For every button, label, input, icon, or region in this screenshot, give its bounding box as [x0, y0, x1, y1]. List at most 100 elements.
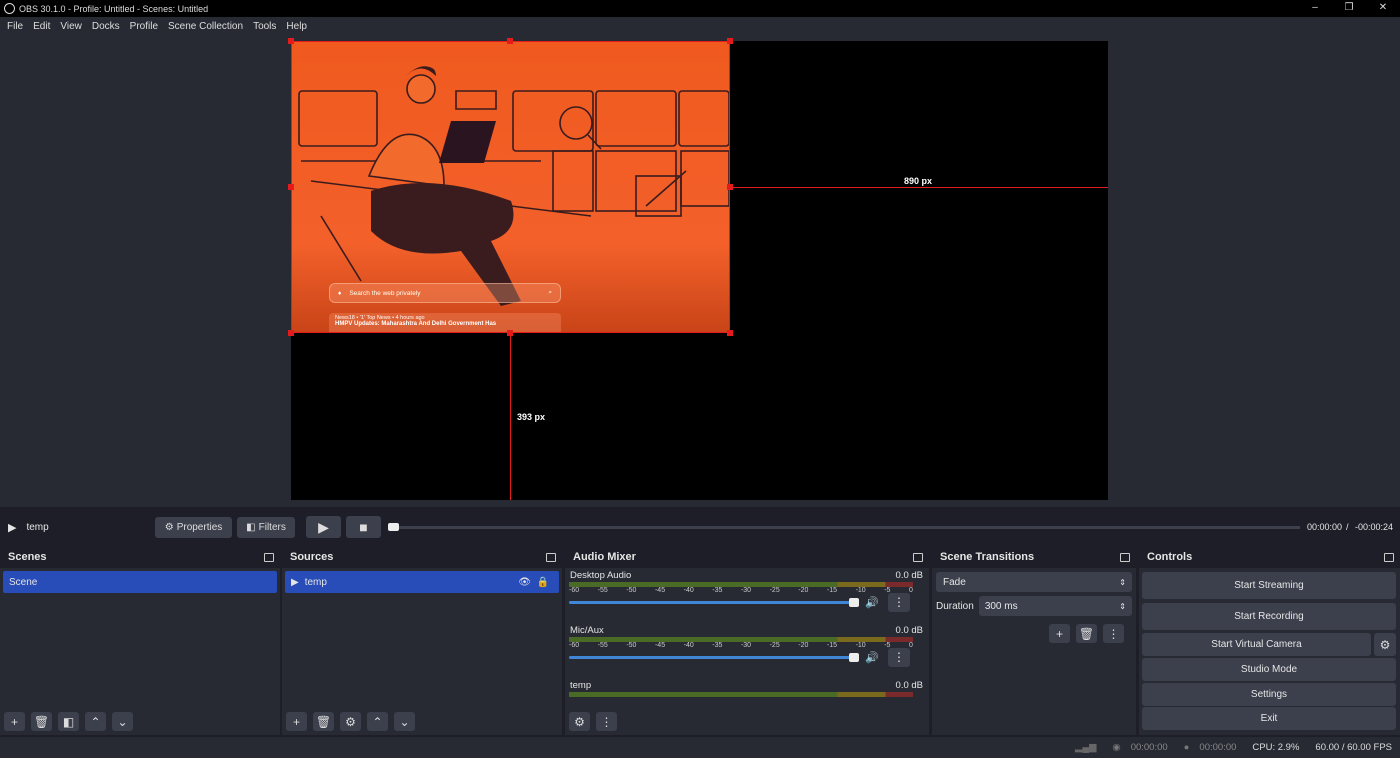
lock-icon[interactable]: 🔒	[537, 577, 549, 588]
undock-icon[interactable]	[1120, 552, 1130, 562]
properties-button[interactable]: ⚙ Properties	[155, 516, 232, 538]
controls-header: Controls	[1139, 546, 1400, 568]
width-guide-label: 890 px	[904, 176, 933, 186]
menu-help[interactable]: Help	[281, 21, 312, 32]
mixer-channel: Mic/Aux 0.0 dB -60 -55 -50 -45 -40 -35 -30 -25-…	[565, 623, 929, 678]
obs-logo-icon	[4, 3, 15, 14]
resize-handle[interactable]	[727, 38, 733, 44]
menu-profile[interactable]: Profile	[125, 21, 163, 32]
duration-value: 300 ms	[984, 600, 1018, 612]
source-move-down-button[interactable]: ⌄	[394, 712, 415, 731]
settings-button[interactable]: Settings	[1142, 683, 1396, 706]
move-up-button[interactable]: ⌃	[85, 712, 106, 731]
volume-slider[interactable]	[569, 601, 859, 604]
controls-title: Controls	[1147, 551, 1193, 563]
volume-slider-knob[interactable]	[849, 653, 859, 662]
horizontal-guide-line	[730, 187, 1108, 188]
channel-db: 0.0 dB	[895, 680, 923, 691]
source-item[interactable]: ▶ temp 👁 🔒	[285, 571, 559, 593]
minimize-button[interactable]: –	[1298, 0, 1332, 17]
remove-source-button[interactable]: 🗑	[313, 712, 334, 731]
spin-arrows-icon[interactable]: ⇕	[1119, 602, 1126, 611]
chevron-updown-icon: ⇕	[1119, 577, 1126, 587]
menu-scene-collection[interactable]: Scene Collection	[163, 21, 248, 32]
sources-header: Sources	[282, 546, 562, 568]
start-recording-button[interactable]: Start Recording	[1142, 603, 1396, 630]
menu-tools[interactable]: Tools	[248, 21, 281, 32]
start-streaming-button[interactable]: Start Streaming	[1142, 572, 1396, 599]
restore-button[interactable]: ❐	[1332, 0, 1366, 17]
scene-filters-button[interactable]: ◧	[58, 712, 79, 731]
filters-button[interactable]: ◧ Filters	[237, 516, 295, 538]
visibility-eye-icon[interactable]: 👁	[518, 577, 531, 588]
scene-item[interactable]: Scene	[3, 571, 277, 593]
fps-display: 60.00 / 60.00 FPS	[1315, 742, 1392, 753]
undock-icon[interactable]	[913, 552, 923, 562]
start-virtual-camera-button[interactable]: Start Virtual Camera	[1142, 633, 1371, 656]
studio-mode-button[interactable]: Studio Mode	[1142, 658, 1396, 681]
channel-menu-button[interactable]: ⋮	[888, 593, 910, 612]
filters-icon: ◧	[246, 521, 256, 533]
media-progress-track[interactable]	[388, 522, 1300, 531]
scenes-header: Scenes	[0, 546, 280, 568]
source-item-label: temp	[304, 576, 327, 588]
resize-handle[interactable]	[288, 330, 294, 336]
play-button[interactable]: ▶	[306, 516, 341, 538]
speaker-icon[interactable]: 🔊	[865, 651, 879, 664]
network-signal-icon: ▂▄▆	[1075, 742, 1097, 753]
add-source-button[interactable]: +	[286, 712, 307, 731]
duration-row: Duration 300 ms ⇕	[936, 596, 1132, 616]
volume-slider[interactable]	[569, 656, 859, 659]
resize-handle[interactable]	[288, 184, 294, 190]
volume-slider-knob[interactable]	[849, 598, 859, 607]
resize-handle[interactable]	[507, 38, 513, 44]
transition-select[interactable]: Fade ⇕	[936, 572, 1132, 592]
channel-db: 0.0 dB	[895, 570, 923, 581]
browser-source-icon: ▶	[291, 576, 299, 588]
meter-ticks: -60 -55 -50 -45 -40 -35 -30 -25 -20 -15 -10 -5 0	[569, 587, 913, 594]
source-selection-box[interactable]	[291, 41, 730, 333]
duration-spinbox[interactable]: 300 ms ⇕	[978, 596, 1132, 616]
undock-icon[interactable]	[1384, 552, 1394, 562]
transitions-header: Scene Transitions	[932, 546, 1136, 568]
mixer-menu-button[interactable]: ⋮	[596, 712, 617, 731]
record-time: 00:00:00	[1199, 742, 1237, 753]
vertical-guide-line	[510, 333, 511, 500]
status-bar: ▂▄▆ ◉ 00:00:00 ● 00:00:00 CPU: 2.9% 60.0…	[0, 737, 1400, 758]
play-small-icon: ▶	[8, 521, 17, 534]
advanced-audio-properties-button[interactable]: ⚙	[569, 712, 590, 731]
exit-button[interactable]: Exit	[1142, 707, 1396, 730]
mixer-header: Audio Mixer	[565, 546, 929, 568]
media-time-remaining: -00:00:24	[1355, 522, 1394, 532]
menu-file[interactable]: File	[2, 21, 28, 32]
source-move-up-button[interactable]: ⌃	[367, 712, 388, 731]
remove-transition-button[interactable]: 🗑	[1076, 624, 1097, 643]
sources-title: Sources	[290, 551, 334, 563]
sources-dock: Sources ▶ temp 👁 🔒 + 🗑 ⚙ ⌃ ⌄	[282, 546, 562, 735]
channel-menu-button[interactable]: ⋮	[888, 648, 910, 667]
stop-button[interactable]: ■	[346, 516, 381, 538]
mixer-channel: temp 0.0 dB	[565, 678, 929, 700]
speaker-icon[interactable]: 🔊	[865, 596, 879, 609]
volume-meter	[569, 692, 913, 697]
menu-edit[interactable]: Edit	[28, 21, 55, 32]
transition-menu-button[interactable]: ⋮	[1103, 624, 1124, 643]
add-transition-button[interactable]: +	[1049, 624, 1070, 643]
transition-selected: Fade	[943, 576, 966, 588]
duration-label: Duration	[936, 600, 974, 612]
undock-icon[interactable]	[546, 552, 556, 562]
move-down-button[interactable]: ⌄	[112, 712, 133, 731]
menu-docks[interactable]: Docks	[87, 21, 125, 32]
scenes-title: Scenes	[8, 551, 47, 563]
resize-handle[interactable]	[727, 330, 733, 336]
virtual-camera-settings-button[interactable]: ⚙	[1374, 633, 1396, 656]
media-progress-knob[interactable]	[388, 522, 399, 531]
undock-icon[interactable]	[264, 552, 274, 562]
menu-view[interactable]: View	[55, 21, 87, 32]
source-properties-button[interactable]: ⚙	[340, 712, 361, 731]
scene-item-label: Scene	[9, 576, 38, 588]
add-scene-button[interactable]: +	[4, 712, 25, 731]
close-button[interactable]: ✕	[1366, 0, 1400, 17]
remove-scene-button[interactable]: 🗑	[31, 712, 52, 731]
resize-handle[interactable]	[288, 38, 294, 44]
